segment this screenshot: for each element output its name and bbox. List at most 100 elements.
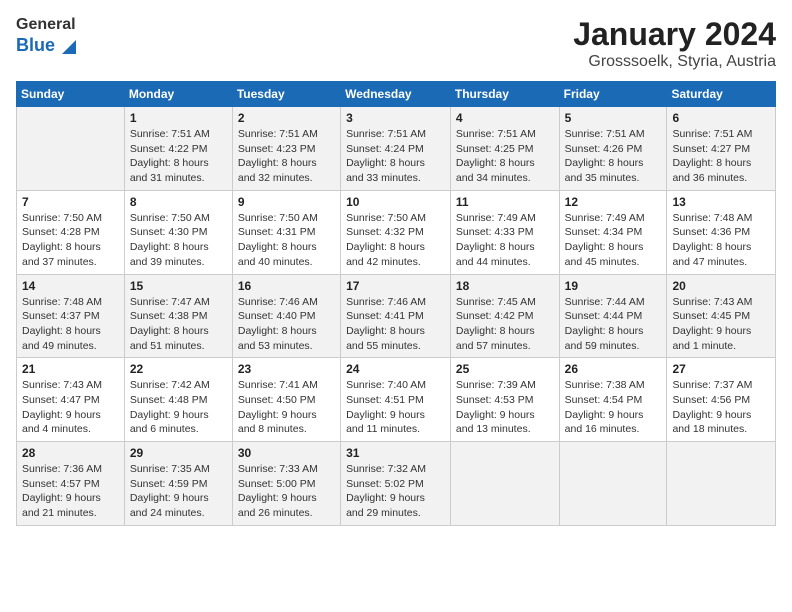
day-details: Sunrise: 7:49 AM Sunset: 4:33 PM Dayligh… — [456, 211, 554, 270]
day-details: Sunrise: 7:51 AM Sunset: 4:27 PM Dayligh… — [672, 127, 770, 186]
day-details: Sunrise: 7:48 AM Sunset: 4:36 PM Dayligh… — [672, 211, 770, 270]
day-details: Sunrise: 7:50 AM Sunset: 4:32 PM Dayligh… — [346, 211, 445, 270]
calendar-cell — [667, 442, 776, 526]
calendar-cell — [17, 107, 125, 191]
day-number: 21 — [22, 362, 119, 376]
day-details: Sunrise: 7:43 AM Sunset: 4:45 PM Dayligh… — [672, 295, 770, 354]
day-number: 2 — [238, 111, 335, 125]
day-number: 23 — [238, 362, 335, 376]
day-number: 18 — [456, 279, 554, 293]
day-details: Sunrise: 7:45 AM Sunset: 4:42 PM Dayligh… — [456, 295, 554, 354]
column-header-thursday: Thursday — [450, 82, 559, 107]
day-details: Sunrise: 7:48 AM Sunset: 4:37 PM Dayligh… — [22, 295, 119, 354]
day-number: 26 — [565, 362, 662, 376]
day-number: 12 — [565, 195, 662, 209]
day-number: 24 — [346, 362, 445, 376]
calendar-cell: 20 Sunrise: 7:43 AM Sunset: 4:45 PM Dayli… — [667, 274, 776, 358]
calendar-header-row: SundayMondayTuesdayWednesdayThursdayFrid… — [17, 82, 776, 107]
day-details: Sunrise: 7:39 AM Sunset: 4:53 PM Dayligh… — [456, 378, 554, 437]
day-number: 28 — [22, 446, 119, 460]
day-details: Sunrise: 7:41 AM Sunset: 4:50 PM Dayligh… — [238, 378, 335, 437]
day-number: 25 — [456, 362, 554, 376]
calendar-cell: 5Sunrise: 7:51 AM Sunset: 4:26 PM Daylig… — [559, 107, 667, 191]
day-number: 17 — [346, 279, 445, 293]
title-block: January 2024 Grosssoelk, Styria, Austria — [573, 16, 776, 71]
day-details: Sunrise: 7:40 AM Sunset: 4:51 PM Dayligh… — [346, 378, 445, 437]
day-number: 6 — [672, 111, 770, 125]
logo-icon — [58, 36, 76, 54]
day-details: Sunrise: 7:51 AM Sunset: 4:25 PM Dayligh… — [456, 127, 554, 186]
day-details: Sunrise: 7:51 AM Sunset: 4:22 PM Dayligh… — [130, 127, 227, 186]
day-number: 8 — [130, 195, 227, 209]
calendar-cell: 31 Sunrise: 7:32 AM Sunset: 5:02 PM Dayli… — [341, 442, 451, 526]
day-number: 30 — [238, 446, 335, 460]
calendar-cell: 6 Sunrise: 7:51 AM Sunset: 4:27 PM Daylig… — [667, 107, 776, 191]
calendar-cell: 19Sunrise: 7:44 AM Sunset: 4:44 PM Dayli… — [559, 274, 667, 358]
calendar-cell: 16Sunrise: 7:46 AM Sunset: 4:40 PM Dayli… — [232, 274, 340, 358]
calendar-cell — [559, 442, 667, 526]
day-details: Sunrise: 7:44 AM Sunset: 4:44 PM Dayligh… — [565, 295, 662, 354]
day-details: Sunrise: 7:51 AM Sunset: 4:24 PM Dayligh… — [346, 127, 445, 186]
column-header-sunday: Sunday — [17, 82, 125, 107]
day-number: 9 — [238, 195, 335, 209]
day-number: 1 — [130, 111, 227, 125]
calendar-cell: 1 Sunrise: 7:51 AM Sunset: 4:22 PM Daylig… — [124, 107, 232, 191]
day-number: 15 — [130, 279, 227, 293]
day-number: 11 — [456, 195, 554, 209]
calendar-cell: 14Sunrise: 7:48 AM Sunset: 4:37 PM Dayli… — [17, 274, 125, 358]
day-details: Sunrise: 7:47 AM Sunset: 4:38 PM Dayligh… — [130, 295, 227, 354]
calendar-cell: 24 Sunrise: 7:40 AM Sunset: 4:51 PM Dayli… — [341, 358, 451, 442]
day-details: Sunrise: 7:32 AM Sunset: 5:02 PM Dayligh… — [346, 462, 445, 521]
day-details: Sunrise: 7:51 AM Sunset: 4:23 PM Dayligh… — [238, 127, 335, 186]
calendar-cell: 17Sunrise: 7:46 AM Sunset: 4:41 PM Dayli… — [341, 274, 451, 358]
week-row-3: 14Sunrise: 7:48 AM Sunset: 4:37 PM Dayli… — [17, 274, 776, 358]
day-details: Sunrise: 7:50 AM Sunset: 4:30 PM Dayligh… — [130, 211, 227, 270]
calendar-cell: 30 Sunrise: 7:33 AM Sunset: 5:00 PM Dayli… — [232, 442, 340, 526]
calendar-cell: 15 Sunrise: 7:47 AM Sunset: 4:38 PM Dayli… — [124, 274, 232, 358]
logo-blue-text: Blue — [16, 36, 55, 56]
week-row-1: 1 Sunrise: 7:51 AM Sunset: 4:22 PM Daylig… — [17, 107, 776, 191]
calendar-cell: 2 Sunrise: 7:51 AM Sunset: 4:23 PM Daylig… — [232, 107, 340, 191]
calendar-cell: 9 Sunrise: 7:50 AM Sunset: 4:31 PM Daylig… — [232, 190, 340, 274]
week-row-5: 28Sunrise: 7:36 AM Sunset: 4:57 PM Dayli… — [17, 442, 776, 526]
calendar-subtitle: Grosssoelk, Styria, Austria — [573, 53, 776, 71]
day-number: 22 — [130, 362, 227, 376]
page-header: General Blue January 2024 Grosssoelk, St… — [16, 16, 776, 71]
calendar-cell: 13Sunrise: 7:48 AM Sunset: 4:36 PM Dayli… — [667, 190, 776, 274]
calendar-cell: 25 Sunrise: 7:39 AM Sunset: 4:53 PM Dayli… — [450, 358, 559, 442]
day-number: 7 — [22, 195, 119, 209]
day-number: 31 — [346, 446, 445, 460]
calendar-cell: 23 Sunrise: 7:41 AM Sunset: 4:50 PM Dayli… — [232, 358, 340, 442]
calendar-cell: 27Sunrise: 7:37 AM Sunset: 4:56 PM Dayli… — [667, 358, 776, 442]
column-header-friday: Friday — [559, 82, 667, 107]
day-number: 4 — [456, 111, 554, 125]
day-details: Sunrise: 7:50 AM Sunset: 4:31 PM Dayligh… — [238, 211, 335, 270]
calendar-cell: 29Sunrise: 7:35 AM Sunset: 4:59 PM Dayli… — [124, 442, 232, 526]
calendar-cell: 18 Sunrise: 7:45 AM Sunset: 4:42 PM Dayli… — [450, 274, 559, 358]
calendar-cell: 28Sunrise: 7:36 AM Sunset: 4:57 PM Dayli… — [17, 442, 125, 526]
calendar-title: January 2024 — [573, 16, 776, 53]
week-row-4: 21Sunrise: 7:43 AM Sunset: 4:47 PM Dayli… — [17, 358, 776, 442]
day-details: Sunrise: 7:33 AM Sunset: 5:00 PM Dayligh… — [238, 462, 335, 521]
column-header-tuesday: Tuesday — [232, 82, 340, 107]
calendar-cell — [450, 442, 559, 526]
calendar-cell: 26Sunrise: 7:38 AM Sunset: 4:54 PM Dayli… — [559, 358, 667, 442]
day-number: 29 — [130, 446, 227, 460]
calendar-cell: 8 Sunrise: 7:50 AM Sunset: 4:30 PM Daylig… — [124, 190, 232, 274]
calendar-cell: 10Sunrise: 7:50 AM Sunset: 4:32 PM Dayli… — [341, 190, 451, 274]
logo: General Blue — [16, 16, 76, 58]
calendar-cell: 3 Sunrise: 7:51 AM Sunset: 4:24 PM Daylig… — [341, 107, 451, 191]
column-header-monday: Monday — [124, 82, 232, 107]
column-header-saturday: Saturday — [667, 82, 776, 107]
day-number: 16 — [238, 279, 335, 293]
calendar-cell: 11 Sunrise: 7:49 AM Sunset: 4:33 PM Dayli… — [450, 190, 559, 274]
day-details: Sunrise: 7:51 AM Sunset: 4:26 PM Dayligh… — [565, 127, 662, 186]
calendar-cell: 21Sunrise: 7:43 AM Sunset: 4:47 PM Dayli… — [17, 358, 125, 442]
calendar-cell: 4 Sunrise: 7:51 AM Sunset: 4:25 PM Daylig… — [450, 107, 559, 191]
day-details: Sunrise: 7:49 AM Sunset: 4:34 PM Dayligh… — [565, 211, 662, 270]
calendar-cell: 12 Sunrise: 7:49 AM Sunset: 4:34 PM Dayli… — [559, 190, 667, 274]
calendar-cell: 22Sunrise: 7:42 AM Sunset: 4:48 PM Dayli… — [124, 358, 232, 442]
calendar-table: SundayMondayTuesdayWednesdayThursdayFrid… — [16, 81, 776, 526]
day-number: 3 — [346, 111, 445, 125]
day-number: 20 — [672, 279, 770, 293]
